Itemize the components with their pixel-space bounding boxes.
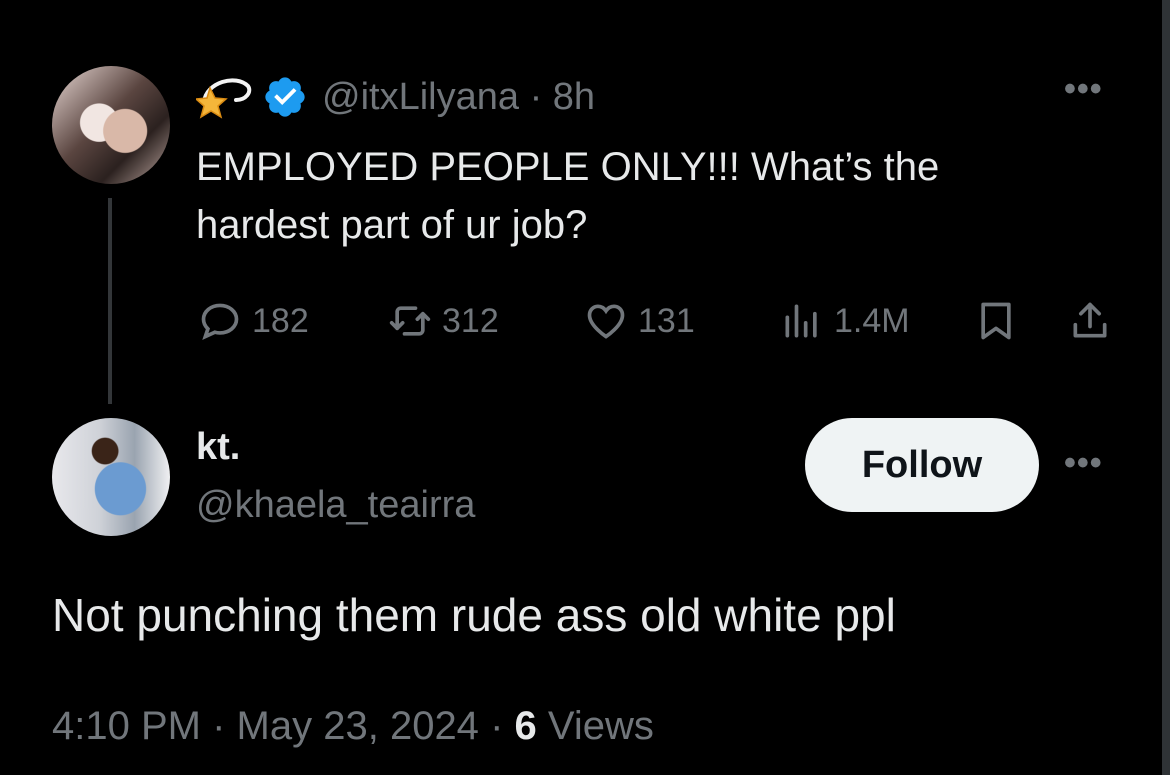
heart-icon <box>587 304 625 339</box>
bookmark-icon <box>981 302 1011 340</box>
post-time[interactable]: 4:10 PM <box>52 704 201 748</box>
repost-button[interactable]: 312 <box>388 296 499 346</box>
tweet-text: EMPLOYED PEOPLE ONLY!!! What’s the harde… <box>196 145 940 247</box>
display-name[interactable]: kt. <box>196 426 240 469</box>
dizzy-star-emoji-icon <box>196 78 252 119</box>
tweet-header: @itxLilyana · 8h <box>196 72 595 122</box>
reply-text: Not punching them rude ass old white ppl <box>52 589 896 641</box>
tweet-actions: 182 312 131 1.4M <box>0 296 1170 346</box>
view-count: 1.4M <box>834 301 910 340</box>
more-options-icon[interactable]: ••• <box>1064 444 1103 483</box>
views-label: Views <box>547 704 654 748</box>
bookmark-button[interactable] <box>974 296 1018 346</box>
username-handle[interactable]: @khaela_teairra <box>196 484 475 527</box>
share-icon <box>1073 302 1107 338</box>
repost-count: 312 <box>442 301 499 340</box>
share-button[interactable] <box>1068 296 1112 346</box>
like-count: 131 <box>638 301 695 340</box>
tweet-metadata: 4:10 PM · May 23, 2024 · 6 Views <box>52 704 654 748</box>
views-button[interactable]: 1.4M <box>780 296 910 346</box>
scrollbar[interactable] <box>1162 0 1170 775</box>
reply-count: 182 <box>252 301 309 340</box>
more-options-icon[interactable]: ••• <box>1064 70 1103 109</box>
views-count: 6 <box>514 704 537 748</box>
repost-icon <box>389 306 431 336</box>
analytics-bars-icon <box>785 304 817 338</box>
follow-button[interactable]: Follow <box>805 418 1039 512</box>
reply-icon <box>201 303 239 341</box>
author-handle-time[interactable]: @itxLilyana · 8h <box>322 76 595 119</box>
avatar[interactable] <box>52 418 170 536</box>
avatar[interactable] <box>52 66 170 184</box>
like-button[interactable]: 131 <box>584 296 695 346</box>
post-date[interactable]: May 23, 2024 <box>237 704 479 748</box>
reply-button[interactable]: 182 <box>198 296 309 346</box>
verified-badge-icon[interactable] <box>262 74 308 120</box>
